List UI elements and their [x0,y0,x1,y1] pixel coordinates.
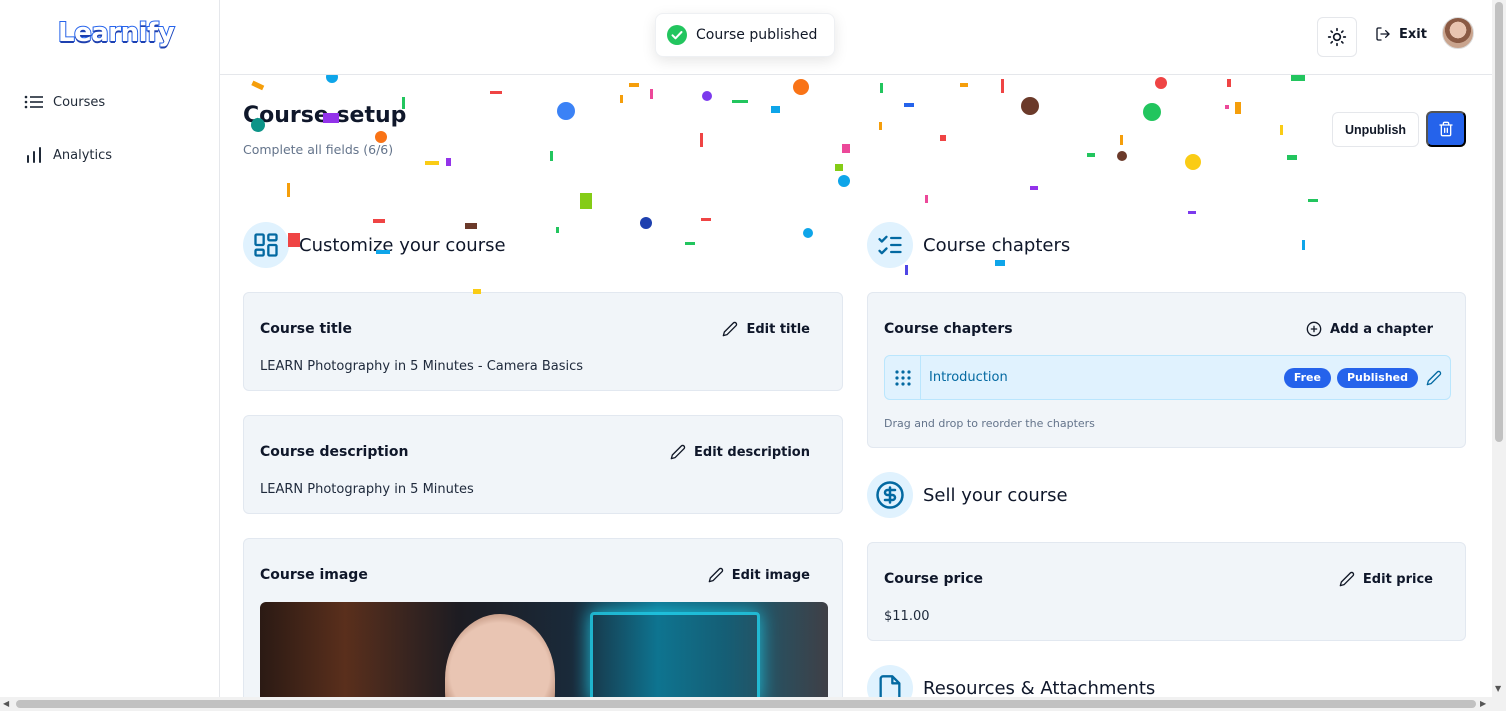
section-title: Resources & Attachments [923,677,1156,699]
pencil-icon [670,444,686,460]
logout-icon [1376,27,1390,41]
course-chapters-card: Course chapters Add a chapter Introducti… [867,292,1466,448]
section-title: Course chapters [923,234,1071,256]
edit-description-button[interactable]: Edit description [670,444,810,460]
chapter-name: Introduction [929,370,1008,385]
grip-icon [894,369,911,386]
sidebar-item-analytics[interactable]: Analytics [24,143,112,167]
vertical-scrollbar[interactable]: ▼ [1492,0,1506,697]
plus-circle-icon [1306,321,1322,337]
course-title-card: Course title Edit title LEARN Photograph… [243,292,843,391]
edit-chapter-button[interactable] [1426,370,1442,386]
course-description-card: Course description Edit description LEAR… [243,415,843,514]
published-badge: Published [1336,367,1418,388]
scroll-left-arrow[interactable]: ◀ [3,699,9,708]
card-label: Course chapters [884,321,1013,337]
edit-description-label: Edit description [694,444,810,460]
unpublish-button[interactable]: Unpublish [1332,112,1419,147]
pencil-icon [1339,571,1355,587]
card-label: Course title [260,321,352,337]
course-title-value: LEARN Photography in 5 Minutes - Camera … [260,359,584,374]
chapter-row[interactable]: Introduction Free Published [884,355,1451,400]
course-image-card: Course image Edit image [243,538,843,711]
neon-sign [590,612,760,702]
page-title: Course setup [243,103,407,128]
edit-image-label: Edit image [731,567,810,583]
exit-label: Exit [1399,26,1427,42]
vertical-scroll-thumb[interactable] [1495,2,1503,442]
list-icon [24,95,43,109]
sell-section-header: Sell your course [867,472,1068,518]
drag-handle[interactable] [885,356,921,399]
topbar: Exit [220,0,1492,75]
add-chapter-label: Add a chapter [1330,321,1433,337]
sidebar: Learnify Courses Analytics [0,0,220,711]
theme-toggle-button[interactable] [1317,17,1357,57]
section-title: Customize your course [299,234,506,256]
avatar[interactable] [1442,17,1474,49]
edit-title-label: Edit title [746,321,810,337]
course-price-value: $11.00 [884,609,930,624]
toast-notification: Course published [655,13,835,57]
bar-chart-icon [27,147,41,163]
sun-icon [1327,27,1347,47]
delete-button[interactable] [1426,111,1466,147]
chapters-section-header: Course chapters [867,222,1070,268]
check-circle-icon [667,25,687,45]
course-description-value: LEARN Photography in 5 Minutes [260,482,474,497]
card-label: Course price [884,571,983,587]
free-badge: Free [1283,367,1331,388]
section-title: Sell your course [923,484,1068,506]
list-checks-icon [867,222,913,268]
sidebar-item-label: Analytics [53,147,113,163]
layout-dashboard-icon [243,222,289,268]
scroll-right-arrow[interactable]: ▶ [1480,699,1486,708]
sidebar-item-label: Courses [53,94,106,110]
app-logo[interactable]: Learnify [57,17,176,49]
edit-price-button[interactable]: Edit price [1339,571,1433,587]
exit-button[interactable]: Exit [1375,26,1427,42]
horizontal-scrollbar[interactable]: ◀ ▶ [0,697,1506,711]
completion-text: Complete all fields (6/6) [243,142,394,157]
course-image [260,602,828,711]
pencil-icon [723,321,738,337]
course-price-card: Course price Edit price $11.00 [867,542,1466,641]
scroll-down-arrow[interactable]: ▼ [1495,684,1501,693]
pencil-icon [1426,370,1442,385]
trash-icon [1439,121,1453,137]
card-label: Course image [260,567,368,583]
edit-image-button[interactable]: Edit image [708,567,810,583]
confetti-animation [251,75,1318,294]
add-chapter-button[interactable]: Add a chapter [1306,321,1433,337]
sidebar-item-courses[interactable]: Courses [24,90,105,114]
card-label: Course description [260,444,409,460]
reorder-hint: Drag and drop to reorder the chapters [884,417,1095,430]
toast-message: Course published [696,27,818,43]
pencil-icon [708,567,723,583]
horizontal-scroll-thumb[interactable] [16,700,1476,708]
circle-dollar-icon [867,472,913,518]
edit-price-label: Edit price [1362,571,1433,587]
customize-section-header: Customize your course [243,222,506,268]
edit-title-button[interactable]: Edit title [722,321,810,337]
